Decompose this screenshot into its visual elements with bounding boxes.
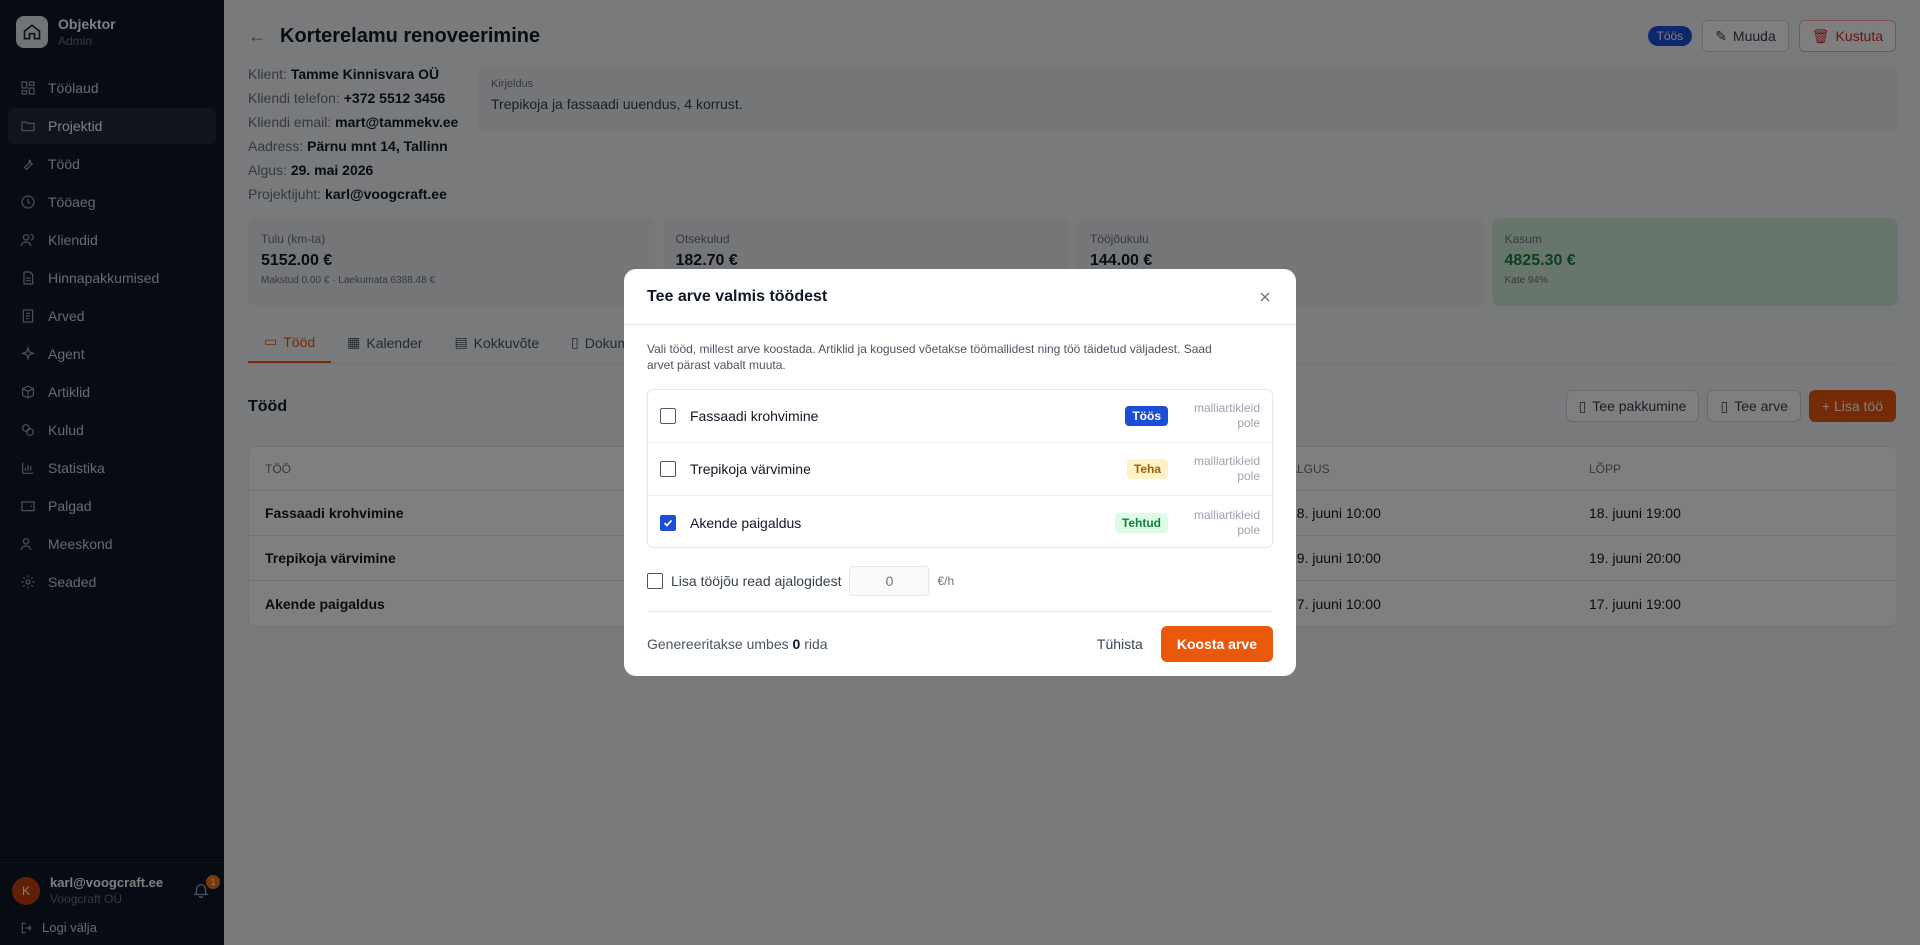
job-checkbox[interactable] — [660, 408, 676, 424]
line-count-suffix: rida — [804, 636, 828, 652]
job-note: malliartikleid pole — [1193, 507, 1260, 537]
create-invoice-button[interactable]: Koosta arve — [1160, 626, 1273, 662]
labor-checkbox[interactable] — [647, 573, 663, 589]
job-name: Akende paigaldus — [690, 514, 802, 531]
list-item[interactable]: Fassaadi krohvimine Töös malliartikleid … — [648, 390, 1272, 443]
modal-footer: Genereeritakse umbes 0 rida Tühista Koos… — [647, 611, 1273, 676]
job-checkbox[interactable] — [660, 461, 676, 477]
rate-unit: €/h — [937, 574, 955, 588]
modal-title: Tee arve valmis töödest — [647, 287, 828, 305]
list-item[interactable]: Trepikoja värvimine Teha malliartikleid … — [648, 443, 1272, 496]
invoice-modal: Tee arve valmis töödest Vali tööd, mille… — [624, 269, 1296, 676]
close-icon[interactable] — [1257, 289, 1273, 305]
job-name: Fassaadi krohvimine — [690, 408, 819, 424]
status-badge: Teha — [1126, 459, 1168, 479]
job-checkbox[interactable] — [660, 514, 676, 531]
hourly-rate-input[interactable] — [849, 566, 930, 596]
labor-row: Lisa tööjõu read ajalogidest €/h — [647, 566, 1273, 596]
job-note: malliartikleid pole — [1193, 401, 1260, 430]
status-badge: Töös — [1125, 406, 1168, 426]
cancel-button[interactable]: Tühista — [1079, 626, 1161, 662]
list-item[interactable]: Akende paigaldus Tehtud malliartikleid p… — [648, 496, 1272, 549]
line-count-prefix: Genereeritakse umbes — [647, 636, 789, 652]
line-count-text: Genereeritakse umbes 0 rida — [647, 636, 828, 652]
status-badge: Tehtud — [1114, 512, 1168, 533]
labor-label: Lisa tööjõu read ajalogidest — [671, 573, 842, 589]
job-list: Fassaadi krohvimine Töös malliartikleid … — [647, 389, 1273, 548]
modal-header: Tee arve valmis töödest — [624, 269, 1296, 325]
modal-description: Vali tööd, millest arve koostada. Artikl… — [647, 342, 1212, 372]
job-name: Trepikoja värvimine — [690, 461, 811, 477]
job-note: malliartikleid pole — [1193, 454, 1260, 483]
line-count-value: 0 — [792, 636, 801, 652]
check-icon — [663, 519, 673, 527]
